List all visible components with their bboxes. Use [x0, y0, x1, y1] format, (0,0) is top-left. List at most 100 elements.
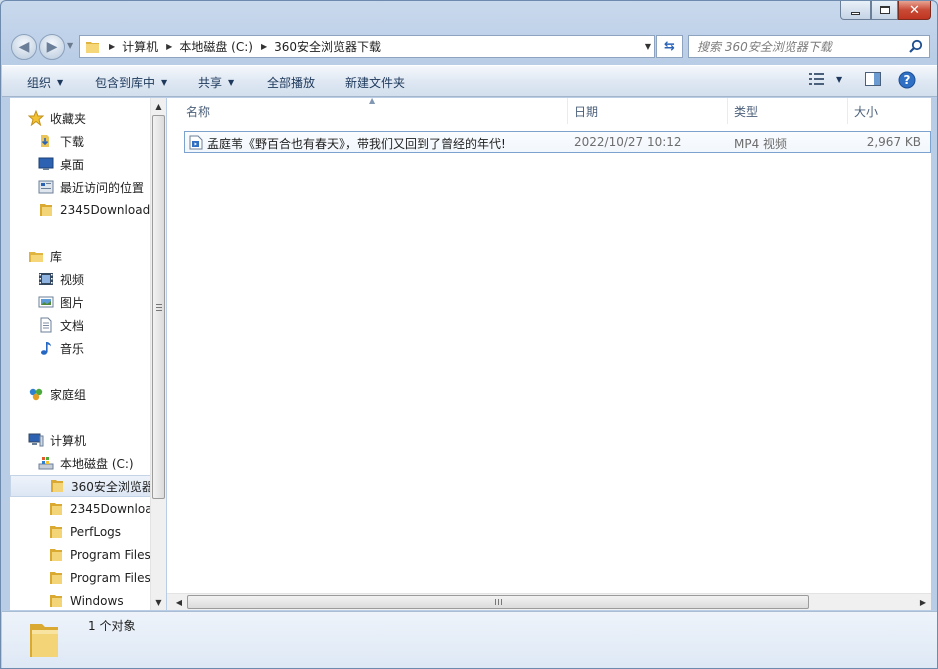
folder-icon	[50, 549, 62, 561]
file-date: 2022/10/27 10:12	[574, 135, 682, 149]
folder-icon	[86, 41, 99, 53]
column-header-type[interactable]: 类型	[727, 98, 847, 124]
folder-icon	[40, 204, 52, 216]
maximize-button[interactable]	[871, 1, 898, 20]
nav-pane-vertical-scrollbar[interactable]: ▲ ▼	[150, 98, 166, 610]
tree-item-libraries[interactable]: 库	[28, 246, 62, 266]
new-folder-button[interactable]: 新建文件夹	[345, 74, 405, 91]
view-options-button[interactable]: ▼	[808, 71, 842, 87]
grip-icon	[495, 599, 502, 605]
forward-arrow-icon: ▶	[46, 39, 58, 55]
scroll-right-icon[interactable]: ▶	[915, 594, 931, 610]
breadcrumb-local-disk[interactable]: 本地磁盘 (C:)	[179, 38, 253, 55]
details-pane: 1 个对象	[2, 611, 937, 668]
video-file-icon	[189, 135, 203, 150]
column-header-name[interactable]: 名称	[179, 98, 567, 124]
chevron-down-icon[interactable]: ▼	[836, 75, 842, 84]
preview-pane-button[interactable]	[864, 71, 882, 87]
tree-item-2345downloads[interactable]: 2345Downloads	[38, 200, 150, 220]
caption-buttons: ✕	[840, 1, 931, 20]
tree-item-2345downloads-c[interactable]: 2345Downloads	[48, 499, 150, 519]
address-dropdown-icon[interactable]: ▼	[645, 42, 651, 51]
tree-item-documents[interactable]: 文档	[38, 315, 84, 335]
tree-item-favorites[interactable]: 收藏夹	[28, 108, 86, 128]
tree-item-desktop[interactable]: 桌面	[38, 154, 84, 174]
pictures-icon	[38, 296, 54, 308]
file-type: MP4 视频	[734, 137, 788, 151]
tree-item-label: 计算机	[50, 433, 87, 448]
tree-item-label: PerfLogs	[70, 525, 122, 539]
tree-item-pictures[interactable]: 图片	[38, 292, 84, 312]
close-button[interactable]: ✕	[898, 1, 931, 20]
file-list-horizontal-scrollbar[interactable]: ◀ ▶	[167, 593, 931, 610]
column-header-size[interactable]: 大小	[847, 98, 931, 124]
scroll-up-icon[interactable]: ▲	[151, 98, 166, 114]
libraries-icon	[29, 252, 43, 262]
file-row[interactable]: 孟庭苇《野百合也有春天》，带我们又回到了曾经的年代! 2022/10/27 10…	[184, 131, 931, 153]
tree-item-label: 图片	[60, 295, 85, 310]
file-size: 2,967 KB	[866, 135, 921, 149]
scroll-thumb[interactable]	[187, 595, 809, 609]
drive-icon	[38, 457, 54, 470]
breadcrumb-separator-icon[interactable]: ▶	[261, 42, 267, 51]
breadcrumb-current-folder[interactable]: 360安全浏览器下载	[274, 38, 381, 55]
tree-item-label: 收藏夹	[50, 111, 87, 126]
breadcrumb-computer[interactable]: 计算机	[122, 38, 158, 55]
search-box	[688, 35, 930, 58]
minimize-button[interactable]	[840, 1, 871, 20]
homegroup-icon	[29, 388, 43, 401]
folder-icon	[50, 526, 62, 538]
scroll-down-icon[interactable]: ▼	[151, 594, 166, 610]
breadcrumb-separator-icon[interactable]: ▶	[166, 42, 172, 51]
recent-pages-dropdown[interactable]: ▼	[67, 41, 73, 50]
tree-item-computer[interactable]: 计算机	[28, 430, 86, 450]
new-folder-label: 新建文件夹	[345, 76, 406, 90]
search-icon[interactable]	[908, 39, 923, 54]
share-menu[interactable]: 共享 ▼	[198, 74, 234, 91]
tree-item-windows[interactable]: Windows	[48, 591, 124, 610]
tree-item-label: Program Files	[70, 548, 150, 562]
file-name: 孟庭苇《野百合也有春天》，带我们又回到了曾经的年代!	[207, 137, 506, 151]
tree-item-recent-places[interactable]: 最近访问的位置	[38, 177, 144, 197]
tree-item-downloads[interactable]: 下载	[38, 131, 84, 151]
column-label: 名称	[186, 104, 211, 119]
breadcrumb-separator-icon[interactable]: ▶	[109, 42, 115, 51]
organize-menu[interactable]: 组织 ▼	[27, 74, 63, 91]
svg-text:?: ?	[904, 73, 911, 87]
back-button[interactable]: ◀	[11, 34, 37, 60]
share-label: 共享	[198, 76, 223, 90]
scroll-thumb[interactable]	[152, 115, 165, 499]
folder-icon	[51, 480, 63, 492]
include-in-library-menu[interactable]: 包含到库中 ▼	[95, 74, 167, 91]
tree-item-videos[interactable]: 视频	[38, 269, 84, 289]
tree-item-local-disk[interactable]: 本地磁盘 (C:)	[38, 453, 134, 473]
tree-item-music[interactable]: 音乐	[38, 338, 84, 358]
tree-item-360-folder[interactable]: 360安全浏览器下载	[10, 475, 150, 497]
tree-item-program-files[interactable]: Program Files	[48, 545, 150, 565]
maximize-icon	[879, 6, 890, 14]
column-header-date[interactable]: 日期	[567, 98, 727, 124]
tree-item-label: 2345Downloads	[60, 203, 150, 217]
chevron-down-icon: ▼	[228, 78, 235, 87]
refresh-button[interactable]: ⇆	[656, 35, 683, 58]
play-all-button[interactable]: 全部播放	[267, 74, 315, 91]
command-bar: 组织 ▼ 包含到库中 ▼ 共享 ▼ 全部播放 新建文件夹 ▼ ?	[2, 65, 937, 97]
preview-pane-icon	[865, 72, 881, 86]
music-icon	[41, 342, 51, 355]
forward-button[interactable]: ▶	[39, 34, 65, 60]
tree-item-label: 音乐	[60, 341, 85, 356]
tree-item-label: 视频	[60, 272, 85, 287]
address-bar[interactable]: ▶ 计算机 ▶ 本地磁盘 (C:) ▶ 360安全浏览器下载 ▼	[79, 35, 655, 58]
tree-item-label: 下载	[60, 134, 85, 149]
breadcrumb: ▶ 计算机 ▶ 本地磁盘 (C:) ▶ 360安全浏览器下载	[101, 38, 381, 55]
tree-item-homegroup[interactable]: 家庭组	[28, 384, 86, 404]
navigation-pane: 收藏夹 下载 桌面 最近访问的位置 2345Downloads 库 视频 图片 …	[10, 98, 166, 610]
downloads-folder-icon	[41, 135, 49, 147]
folder-icon	[50, 572, 62, 584]
scroll-left-icon[interactable]: ◀	[171, 594, 187, 610]
help-button[interactable]: ?	[898, 71, 916, 89]
tree-item-perflogs[interactable]: PerfLogs	[48, 522, 121, 542]
tree-item-program-files-x86[interactable]: Program Files (x86)	[48, 568, 150, 588]
close-icon: ✕	[909, 2, 920, 18]
search-input[interactable]	[697, 39, 897, 54]
